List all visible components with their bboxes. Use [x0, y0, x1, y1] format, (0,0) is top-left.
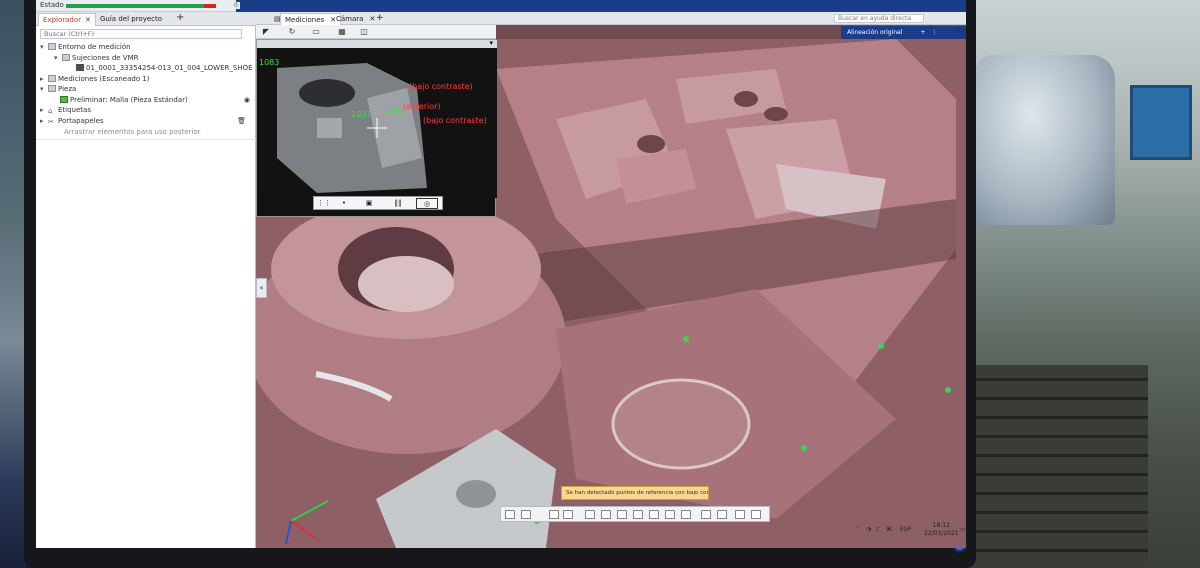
- section-icon[interactable]: [563, 510, 573, 519]
- wifi-icon[interactable]: ◔: [866, 526, 871, 533]
- marker-label-low-contrast-2: (bajo contraste): [423, 116, 487, 125]
- clipboard-hint: Arrastrar elementos para uso posterior: [64, 128, 201, 136]
- part-icon: [76, 64, 84, 71]
- folder-icon: [48, 43, 56, 50]
- camera-options-icon[interactable]: ▾: [489, 39, 493, 47]
- monitor-icon[interactable]: ▭: [308, 27, 324, 37]
- status-count: 0: [232, 2, 240, 9]
- camera-header: ▾: [257, 39, 497, 48]
- tree-item-entorno[interactable]: ▾ Entorno de medición: [40, 43, 260, 53]
- clock[interactable]: 18:12 22/03/2021: [924, 522, 959, 538]
- system-tray: ˄ ◔ ♪ ⌘ ESP 18:12 22/03/2021 ▭: [856, 520, 966, 548]
- help-search-input[interactable]: Buscar en ayuda directa: [834, 14, 924, 23]
- tree-item-etiquetas[interactable]: ▸ ⌂ Etiquetas: [40, 106, 260, 116]
- mesh-icon: [60, 96, 68, 103]
- curve-icon[interactable]: [681, 510, 691, 519]
- tree-item-sujeciones[interactable]: ▾ Sujeciones de VMR: [54, 54, 274, 64]
- measure-icon[interactable]: [585, 510, 595, 519]
- plane-icon[interactable]: [617, 510, 627, 519]
- explorer-tabs: Explorador ✕ Guía del proyecto +: [36, 12, 256, 26]
- settings-icon[interactable]: [735, 510, 745, 519]
- network-icon[interactable]: ⌘: [886, 526, 892, 533]
- tag-icon: ⌂: [48, 107, 53, 115]
- grid-icon[interactable]: ▦: [334, 27, 350, 37]
- ruler-icon[interactable]: [601, 510, 611, 519]
- status-bar: Estado 0: [36, 0, 966, 12]
- notifications-icon[interactable]: ▭: [960, 526, 966, 533]
- point-tool-icon[interactable]: [665, 510, 675, 519]
- part-folder-icon: [48, 85, 56, 92]
- screen: Estado 0 Explorador ✕ Guía del proyecto +…: [36, 0, 966, 548]
- rotate-icon[interactable]: ↻: [284, 27, 300, 37]
- background-blue-cabinet: [1130, 85, 1192, 160]
- marker-1083: 1083: [259, 58, 280, 67]
- collapse-panel-button[interactable]: «: [256, 278, 267, 298]
- camera-toolbar: ⋮⋮ • ▣ ‖‖ ◎: [313, 196, 443, 210]
- 3d-viewport[interactable]: ▤ Mediciones ✕ Cámara ✕ + Buscar en ayuda …: [256, 12, 966, 548]
- more-icon[interactable]: ⋮: [931, 29, 937, 36]
- measurements-icon: [48, 75, 56, 82]
- language-indicator[interactable]: ESP: [900, 526, 911, 533]
- clipboard-tool-icon[interactable]: [717, 510, 727, 519]
- volume-icon[interactable]: ♪: [876, 526, 880, 533]
- tab-explorador[interactable]: Explorador ✕: [38, 13, 96, 26]
- point-icon[interactable]: •: [338, 198, 350, 209]
- marker-1037: 1037: [351, 110, 372, 119]
- viewport-toolbar: ◤ ↻ ▭ ▦ ◫: [256, 25, 496, 39]
- collapse-icon[interactable]: ▾: [40, 85, 48, 93]
- tab-guia-proyecto[interactable]: Guía del proyecto: [96, 13, 166, 26]
- fixture-icon: [62, 54, 70, 61]
- grid-dots-icon[interactable]: ⋮⋮: [317, 198, 331, 209]
- camera-select-icon[interactable]: ▣: [360, 198, 378, 209]
- viewport-tabs: ▤ Mediciones ✕ Cámara ✕ + Buscar en ayuda …: [256, 12, 966, 25]
- background-machine: [975, 55, 1115, 225]
- clipboard-icon: ✂: [48, 118, 54, 126]
- background-grate: [968, 365, 1148, 568]
- tree-item-mediciones[interactable]: ▸ Mediciones (Escaneado 1): [40, 75, 260, 85]
- plus-icon[interactable]: +: [920, 29, 925, 36]
- visibility-eye-icon[interactable]: ◉: [244, 96, 250, 104]
- check-icon[interactable]: [701, 510, 711, 519]
- clock-date: 22/03/2021: [924, 530, 959, 537]
- select-icon[interactable]: ◤: [258, 27, 274, 37]
- close-icon[interactable]: ✕: [85, 16, 91, 24]
- expand-icon[interactable]: ▸: [40, 106, 48, 114]
- expand-icon[interactable]: ▸: [40, 75, 48, 83]
- title-bar: [236, 0, 966, 12]
- bottom-toolbar: [500, 506, 770, 522]
- tree-item-malla[interactable]: Preliminar: Malla (Pieza Estándar) ◉: [60, 96, 280, 106]
- status-progress: [66, 4, 216, 8]
- notification-toast: Se han detectado puntos de referencia co…: [561, 486, 709, 500]
- add-tab-icon[interactable]: +: [372, 12, 388, 23]
- camera-view[interactable]: ▾ 1083 (bajo contraste) 1037 1067 (exter…: [256, 39, 497, 217]
- pause-icon[interactable]: [549, 510, 559, 519]
- circle-icon[interactable]: [633, 510, 643, 519]
- trash-icon[interactable]: 🗑: [237, 117, 246, 125]
- cylinder-icon[interactable]: [649, 510, 659, 519]
- explorer-panel: Explorador✕ Guía del proyecto + ▾Entorno…: [36, 12, 274, 548]
- add-tab-icon[interactable]: +: [176, 12, 184, 23]
- collapse-icon[interactable]: ▾: [54, 54, 62, 62]
- circle-target-icon[interactable]: ◎: [416, 198, 438, 209]
- marker-label-exterior: (exterior): [403, 102, 441, 111]
- collapse-icon[interactable]: ▾: [40, 43, 48, 51]
- tray-arrow-icon[interactable]: ˄: [856, 526, 859, 533]
- bars-icon[interactable]: ‖‖: [388, 198, 408, 209]
- view-front-icon[interactable]: [505, 510, 515, 519]
- export-icon[interactable]: [751, 510, 761, 519]
- gom-logo: gom: [956, 26, 966, 34]
- clock-time: 18:12: [932, 522, 950, 529]
- search-input[interactable]: [40, 29, 242, 39]
- tree-item-portapapeles[interactable]: ▸ ✂ Portapapeles 🗑: [40, 117, 260, 127]
- view-top-icon[interactable]: [521, 510, 531, 519]
- layers-icon[interactable]: ◫: [356, 27, 372, 37]
- marker-label-low-contrast: (bajo contraste): [409, 82, 473, 91]
- tree-item-pieza[interactable]: ▾ Pieza: [40, 85, 260, 95]
- status-label: Estado: [40, 1, 64, 9]
- expand-icon[interactable]: ▸: [40, 117, 48, 125]
- alignment-selector[interactable]: Alineación original + ⋮: [841, 26, 966, 39]
